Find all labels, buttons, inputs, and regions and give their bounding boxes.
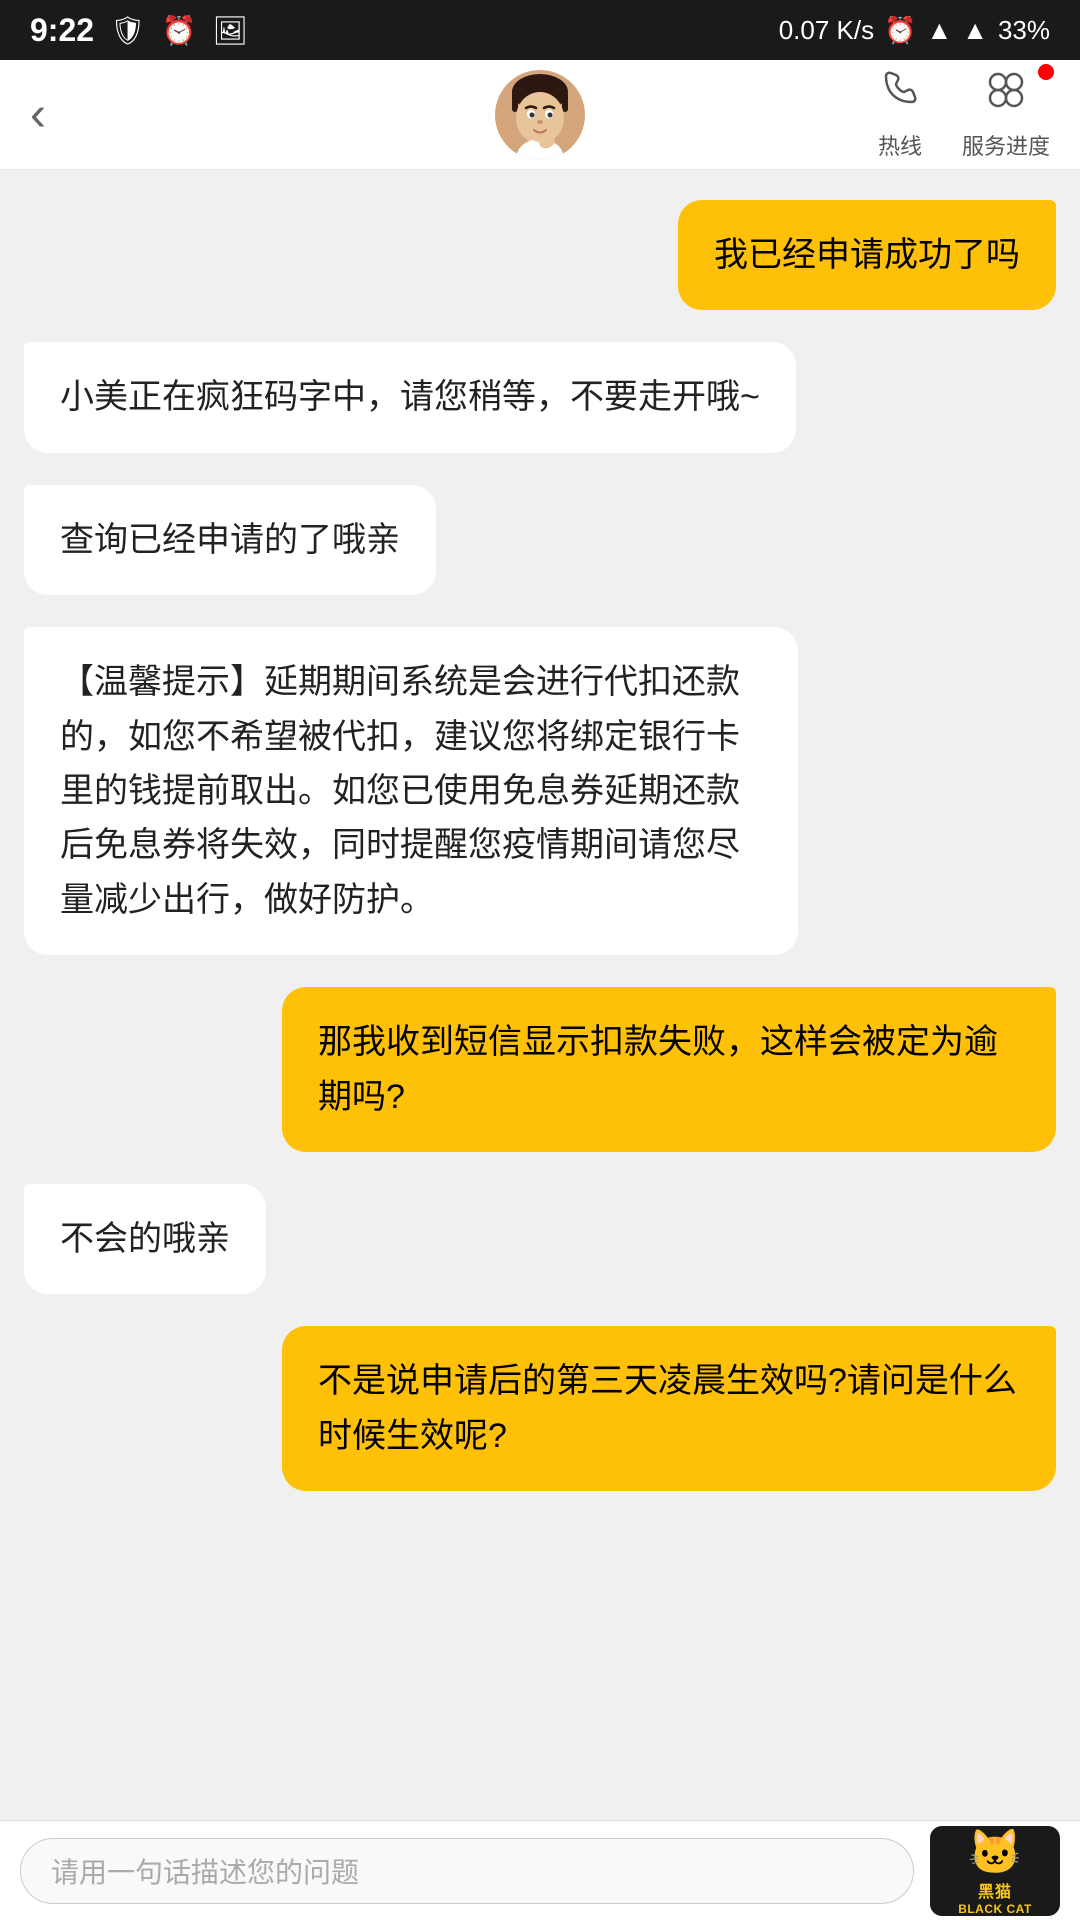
message-row: 小美正在疯狂码字中，请您稍等，不要走开哦~	[24, 342, 1056, 452]
chat-area: 我已经申请成功了吗小美正在疯狂码字中，请您稍等，不要走开哦~ 查询已经申请的了哦亲…	[0, 170, 1080, 1820]
back-button[interactable]: ‹	[30, 87, 46, 142]
status-time: 9:22	[30, 12, 94, 49]
avatar-svg	[495, 70, 585, 160]
message-input[interactable]: 请用一句话描述您的问题	[20, 1838, 914, 1904]
message-row: 不会的哦亲	[24, 1184, 1056, 1294]
message-row: 【温馨提示】延期期间系统是会进行代扣还款的，如您不希望被代扣，建议您将绑定银行卡…	[24, 627, 1056, 955]
message-bubble: 不会的哦亲	[24, 1184, 266, 1294]
progress-icon	[984, 68, 1028, 123]
signal-strength-icon: ▲	[962, 15, 988, 46]
agent-avatar-container	[495, 70, 585, 160]
message-bubble: 查询已经申请的了哦亲	[24, 485, 436, 595]
status-right: 0.07 K/s ⏰ ▲ ▲ 33%	[779, 15, 1050, 46]
message-row: 那我收到短信显示扣款失败，这样会被定为逾期吗?	[24, 987, 1056, 1152]
message-row: 查询已经申请的了哦亲	[24, 485, 1056, 595]
message-bubble: 【温馨提示】延期期间系统是会进行代扣还款的，如您不希望被代扣，建议您将绑定银行卡…	[24, 627, 798, 955]
message-bubble: 小美正在疯狂码字中，请您稍等，不要走开哦~	[24, 342, 796, 452]
cat-icon: 🐱	[968, 1826, 1023, 1878]
black-cat-logo: 🐱 黑猫 BLACK CAT	[930, 1826, 1060, 1916]
phone-icon	[878, 68, 922, 123]
status-bar: 9:22 🛡 ⏰ 🖼 0.07 K/s ⏰ ▲ ▲ 33%	[0, 0, 1080, 60]
battery-level: 33%	[998, 15, 1050, 46]
message-bubble: 那我收到短信显示扣款失败，这样会被定为逾期吗?	[282, 987, 1056, 1152]
progress-label: 服务进度	[962, 129, 1050, 161]
notification-badge	[1038, 64, 1054, 80]
message-row: 不是说申请后的第三天凌晨生效吗?请问是什么时候生效呢?	[24, 1326, 1056, 1491]
wifi-icon: ▲	[926, 15, 952, 46]
status-left: 9:22 🛡 ⏰ 🖼	[30, 12, 248, 49]
message-row: 我已经申请成功了吗	[24, 200, 1056, 310]
header: ‹	[0, 60, 1080, 170]
header-actions: 热线 服务进度	[878, 68, 1050, 161]
message-bubble: 我已经申请成功了吗	[678, 200, 1056, 310]
progress-button[interactable]: 服务进度	[962, 68, 1050, 161]
image-icon: 🖼	[212, 14, 248, 47]
message-bubble: 不是说申请后的第三天凌晨生效吗?请问是什么时候生效呢?	[282, 1326, 1056, 1491]
alarm-icon: ⏰	[162, 14, 197, 47]
hotline-button[interactable]: 热线	[878, 68, 922, 161]
black-cat-en-label: BLACK CAT	[958, 1902, 1032, 1916]
bottom-bar: 请用一句话描述您的问题 🐱 黑猫 BLACK CAT	[0, 1820, 1080, 1920]
black-cat-label: 黑猫	[978, 1878, 1012, 1902]
alarm2-icon: ⏰	[884, 15, 916, 46]
agent-avatar	[495, 70, 585, 160]
network-speed: 0.07 K/s	[779, 15, 874, 46]
signal-icon: 🛡	[110, 14, 146, 47]
hotline-label: 热线	[878, 129, 922, 161]
